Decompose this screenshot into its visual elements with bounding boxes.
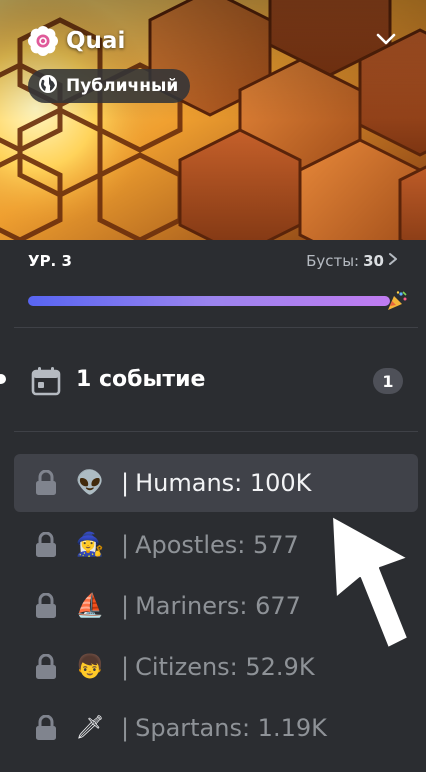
channel-item[interactable]: 👽 | Humans: 100K <box>14 454 418 512</box>
visibility-badge[interactable]: Публичный <box>28 69 191 103</box>
boost-status[interactable]: УР. 3 Бусты: 30 <box>28 252 398 274</box>
unread-indicator <box>0 374 6 384</box>
channel-name: | Humans: 100K <box>121 469 311 497</box>
chevron-right-icon <box>388 252 398 270</box>
channel-name: | Citizens: 52.9K <box>121 653 315 681</box>
server-name: Quai <box>66 28 126 54</box>
chevron-down-icon[interactable] <box>372 28 400 50</box>
lock-icon <box>34 653 58 680</box>
events-row[interactable]: 1 событие 1 <box>0 356 426 408</box>
channel-separator: | <box>121 714 130 742</box>
section-divider <box>14 431 418 432</box>
channel-name: | Spartans: 1.19K <box>121 714 327 742</box>
channel-emoji: 👦 <box>75 654 105 680</box>
lock-icon <box>34 714 58 741</box>
channel-emoji: ⛵ <box>75 593 105 619</box>
events-label: 1 событие <box>76 367 206 392</box>
lock-icon <box>34 469 58 496</box>
channel-separator: | <box>121 653 130 681</box>
channel-label: Apostles: 577 <box>135 531 299 559</box>
lock-icon <box>34 531 58 558</box>
section-divider <box>14 327 418 328</box>
channel-separator: | <box>121 469 130 497</box>
channel-emoji: 🗡 <box>75 715 105 741</box>
channel-item[interactable]: 🗡 | Spartans: 1.19K <box>14 699 418 757</box>
channel-emoji: 🧙‍♀️ <box>75 532 105 558</box>
channel-name: | Mariners: 677 <box>121 592 301 620</box>
channel-name: | Apostles: 577 <box>121 531 299 559</box>
channel-emoji: 👽 <box>75 470 105 496</box>
server-header[interactable]: Quai <box>28 24 125 58</box>
boosts-label: Бусты: <box>306 252 360 270</box>
server-level: УР. 3 <box>28 252 72 270</box>
boost-progress-bar <box>28 296 390 306</box>
party-popper-icon <box>386 290 408 312</box>
globe-icon <box>38 74 58 98</box>
pointer-arrow <box>328 512 412 652</box>
channel-separator: | <box>121 592 130 620</box>
channel-label: Mariners: 677 <box>135 592 301 620</box>
channel-label: Humans: 100K <box>135 469 312 497</box>
lock-icon <box>34 592 58 619</box>
events-count-badge: 1 <box>373 368 403 394</box>
calendar-icon <box>31 366 61 396</box>
channel-label: Citizens: 52.9K <box>135 653 315 681</box>
channel-label: Spartans: 1.19K <box>135 714 327 742</box>
channel-separator: | <box>121 531 130 559</box>
server-verified-flower-icon <box>28 26 58 56</box>
boosts-link[interactable]: Бусты: 30 <box>306 252 398 270</box>
boosts-count: 30 <box>363 252 384 270</box>
visibility-label: Публичный <box>66 76 179 96</box>
